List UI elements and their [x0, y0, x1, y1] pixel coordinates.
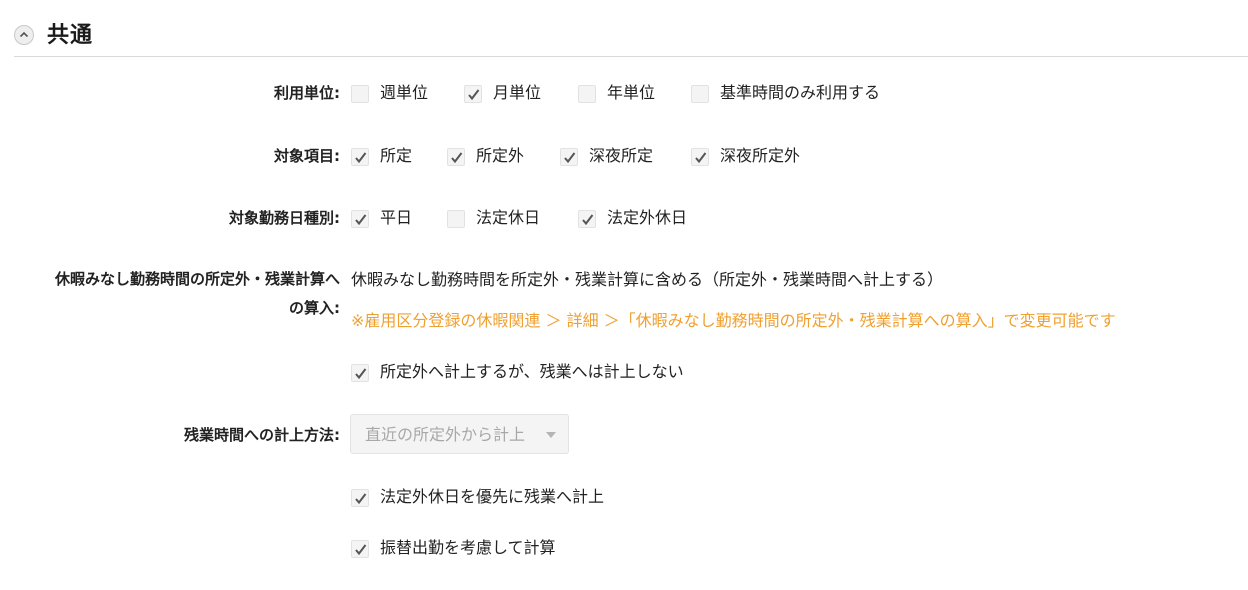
- check-icon: [355, 214, 367, 226]
- leave-deemed-label-line2: の算入:: [289, 299, 340, 317]
- leave-deemed-option-checkbox[interactable]: [351, 364, 369, 382]
- usage-unit-base-only-label[interactable]: 基準時間のみ利用する: [720, 83, 880, 103]
- consider-substitute-work-checkbox[interactable]: [351, 540, 369, 558]
- target-night-non-scheduled-label[interactable]: 深夜所定外: [720, 146, 800, 166]
- prioritize-non-legal-holiday-label[interactable]: 法定外休日を優先に残業へ計上: [380, 487, 604, 507]
- leave-deemed-option-label[interactable]: 所定外へ計上するが、残業へは計上しない: [380, 362, 684, 382]
- target-scheduled-checkbox[interactable]: [351, 148, 369, 166]
- usage-unit-yearly-label[interactable]: 年単位: [607, 83, 655, 103]
- workday-types-label: 対象勤務日種別:: [229, 209, 340, 227]
- collapse-chevron-up-icon[interactable]: [14, 25, 34, 45]
- target-night-scheduled-checkbox[interactable]: [560, 148, 578, 166]
- target-night-scheduled-label[interactable]: 深夜所定: [589, 146, 653, 166]
- overtime-method-selected: 直近の所定外から計上: [365, 425, 526, 444]
- workday-non-legal-holiday-label[interactable]: 法定外休日: [607, 208, 687, 228]
- section-header: 共通: [14, 22, 1248, 57]
- check-icon: [355, 152, 367, 164]
- section-title: 共通: [47, 23, 94, 48]
- check-icon: [564, 152, 576, 164]
- chevron-down-icon: [546, 432, 556, 438]
- target-items-label: 対象項目:: [274, 147, 340, 165]
- workday-weekday-label[interactable]: 平日: [380, 208, 412, 228]
- usage-unit-monthly-label[interactable]: 月単位: [493, 83, 541, 103]
- check-icon: [582, 214, 594, 226]
- target-scheduled-label[interactable]: 所定: [380, 146, 412, 166]
- usage-unit-label: 利用単位:: [274, 84, 340, 102]
- check-icon: [451, 152, 463, 164]
- check-icon: [695, 152, 707, 164]
- workday-legal-holiday-checkbox[interactable]: [447, 210, 465, 228]
- leave-deemed-label-line1: 休暇みなし勤務時間の所定外・残業計算へ: [54, 270, 340, 288]
- consider-substitute-work-label[interactable]: 振替出勤を考慮して計算: [380, 538, 556, 558]
- check-icon: [355, 544, 367, 556]
- check-icon: [355, 493, 367, 505]
- leave-deemed-label: 休暇みなし勤務時間の所定外・残業計算へ の算入:: [20, 265, 340, 323]
- leave-deemed-value: 休暇みなし勤務時間を所定外・残業計算に含める（所定外・残業時間へ計上する）: [351, 270, 944, 289]
- usage-unit-weekly-label[interactable]: 週単位: [380, 83, 428, 103]
- usage-unit-yearly-checkbox[interactable]: [578, 85, 596, 103]
- usage-unit-weekly-checkbox[interactable]: [351, 85, 369, 103]
- usage-unit-base-only-checkbox[interactable]: [691, 85, 709, 103]
- usage-unit-monthly-checkbox[interactable]: [464, 85, 482, 103]
- target-non-scheduled-label[interactable]: 所定外: [476, 146, 524, 166]
- check-icon: [468, 89, 480, 101]
- leave-deemed-note: ※雇用区分登録の休暇関連 ＞ 詳細 ＞「休暇みなし勤務時間の所定外・残業計算への…: [351, 311, 1116, 330]
- prioritize-non-legal-holiday-checkbox[interactable]: [351, 489, 369, 507]
- workday-non-legal-holiday-checkbox[interactable]: [578, 210, 596, 228]
- target-night-non-scheduled-checkbox[interactable]: [691, 148, 709, 166]
- workday-weekday-checkbox[interactable]: [351, 210, 369, 228]
- check-icon: [355, 368, 367, 380]
- overtime-method-select[interactable]: 直近の所定外から計上: [350, 414, 569, 454]
- workday-legal-holiday-label[interactable]: 法定休日: [476, 208, 540, 228]
- overtime-method-label: 残業時間への計上方法:: [184, 426, 340, 444]
- target-non-scheduled-checkbox[interactable]: [447, 148, 465, 166]
